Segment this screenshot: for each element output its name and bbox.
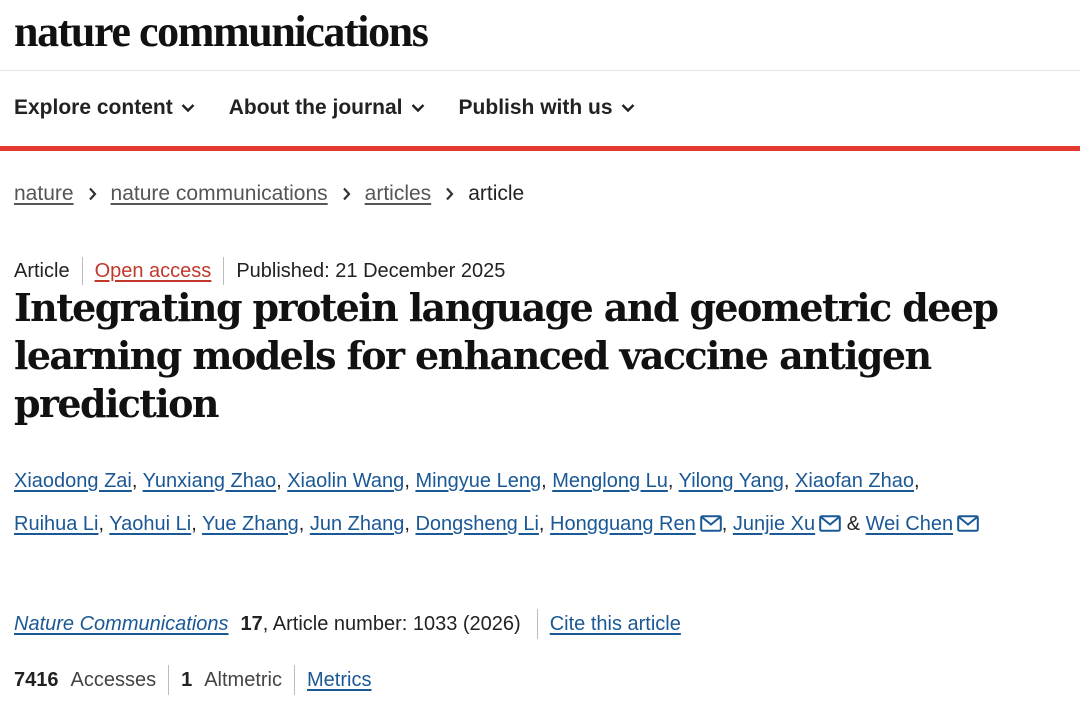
nav-item-label: About the journal — [228, 96, 403, 119]
altmetric-label: Altmetric — [204, 669, 283, 691]
author-link[interactable]: Yunxiang Zhao — [143, 470, 276, 492]
breadcrumb-nature-communications[interactable]: nature communications — [111, 178, 328, 210]
divider — [536, 609, 538, 639]
breadcrumb-current: article — [468, 182, 525, 205]
published-date: Published: 21 December 2025 — [236, 260, 506, 282]
chevron-right-icon — [88, 187, 97, 201]
divider — [294, 665, 296, 695]
author-link[interactable]: Xiaolin Wang — [287, 470, 404, 492]
article-title: Integrating protein language and geometr… — [14, 285, 999, 426]
metrics-bar: 7416 Accesses 1 Altmetric Metrics — [14, 664, 371, 696]
author-link[interactable]: Ruihua Li — [14, 513, 99, 535]
author-link[interactable]: Wei Chen — [866, 513, 953, 535]
author-link[interactable]: Junjie Xu — [733, 513, 815, 535]
altmetric-count: 1 — [181, 669, 193, 691]
author-link[interactable]: Xiaofan Zhao — [795, 470, 914, 492]
accent-bar — [0, 146, 1080, 151]
article-number: , Article number: 1033 (2026) — [262, 613, 521, 635]
author-link[interactable]: Dongsheng Li — [415, 513, 538, 535]
author-link[interactable]: Mingyue Leng — [415, 470, 541, 492]
nav-explore-content[interactable]: Explore content — [14, 92, 195, 124]
accesses-label: Accesses — [70, 669, 157, 691]
journal-link[interactable]: Nature Communications — [14, 608, 229, 640]
author-and: & — [846, 513, 861, 535]
nav-item-label: Explore content — [14, 96, 173, 119]
open-access-link[interactable]: Open access — [95, 256, 212, 286]
breadcrumb-nature[interactable]: nature — [14, 178, 74, 210]
citation-line: Nature Communications 17 , Article numbe… — [14, 608, 681, 640]
nav-publish-with-us[interactable]: Publish with us — [459, 92, 635, 124]
chevron-down-icon — [411, 104, 424, 113]
author-list: Xiaodong Zai, Yunxiang Zhao, Xiaolin Wan… — [14, 460, 1064, 546]
article-meta: Article Open access Published: 21 Decemb… — [14, 256, 505, 286]
breadcrumb-articles[interactable]: articles — [365, 178, 432, 210]
author-link[interactable]: Menglong Lu — [552, 470, 668, 492]
author-link[interactable]: Hongguang Ren — [550, 513, 696, 535]
author-link[interactable]: Yilong Yang — [679, 470, 784, 492]
metrics-link[interactable]: Metrics — [307, 664, 371, 696]
author-link[interactable]: Jun Zhang — [310, 513, 405, 535]
breadcrumb: nature nature communications articles ar… — [14, 178, 524, 210]
journal-logo[interactable]: nature communications — [14, 6, 429, 58]
chevron-down-icon — [181, 104, 195, 113]
chevron-down-icon — [621, 104, 634, 113]
main-nav: Explore content About the journal Publis… — [14, 92, 669, 124]
mail-icon[interactable] — [819, 515, 841, 532]
mail-icon[interactable] — [957, 515, 979, 532]
divider — [223, 257, 225, 285]
article-type: Article — [14, 260, 70, 282]
divider — [168, 665, 170, 695]
mail-icon[interactable] — [699, 515, 722, 532]
divider — [81, 257, 83, 285]
author-link[interactable]: Yaohui Li — [109, 513, 191, 535]
chevron-right-icon — [342, 187, 351, 201]
nav-about-journal[interactable]: About the journal — [229, 92, 425, 124]
chevron-right-icon — [446, 187, 454, 201]
volume: 17 — [240, 613, 263, 635]
author-link[interactable]: Xiaodong Zai — [14, 470, 132, 492]
nav-item-label: Publish with us — [458, 96, 613, 119]
author-link[interactable]: Yue Zhang — [202, 513, 299, 535]
header-divider — [0, 70, 1080, 71]
accesses-count: 7416 — [14, 669, 59, 691]
cite-this-article-link[interactable]: Cite this article — [550, 608, 681, 640]
